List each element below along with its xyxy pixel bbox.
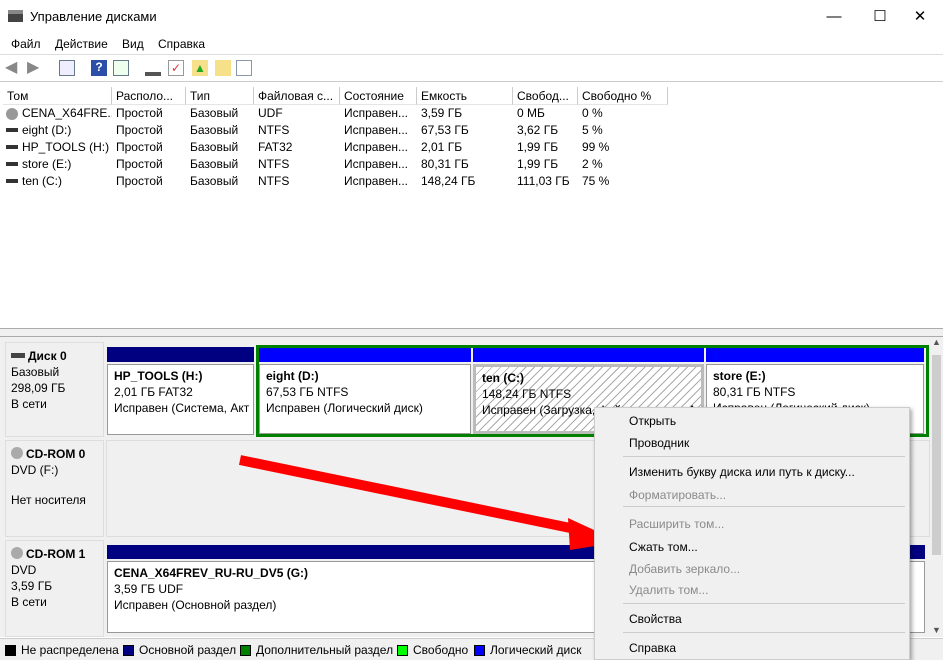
menu-separator: [623, 506, 905, 507]
context-menu-item[interactable]: Изменить букву диска или путь к диску...: [629, 465, 855, 479]
context-menu-item[interactable]: Удалить том...: [629, 583, 708, 597]
context-menu-item[interactable]: Расширить том...: [629, 517, 724, 531]
context-menu: Открыть Проводник Изменить букву диска или…: [594, 407, 910, 660]
context-menu-item[interactable]: Добавить зеркало...: [629, 562, 740, 576]
context-menu-item[interactable]: Свойства: [629, 612, 682, 626]
menu-separator: [623, 456, 905, 457]
context-menu-item[interactable]: Проводник: [629, 436, 689, 450]
context-menu-item[interactable]: Форматировать...: [629, 488, 726, 502]
menu-separator: [623, 603, 905, 604]
menu-separator: [623, 632, 905, 633]
context-menu-item[interactable]: Справка: [629, 641, 676, 655]
context-menu-item[interactable]: Открыть: [629, 414, 676, 428]
context-menu-item[interactable]: Сжать том...: [629, 540, 698, 554]
arrow-shaft: [238, 455, 582, 535]
